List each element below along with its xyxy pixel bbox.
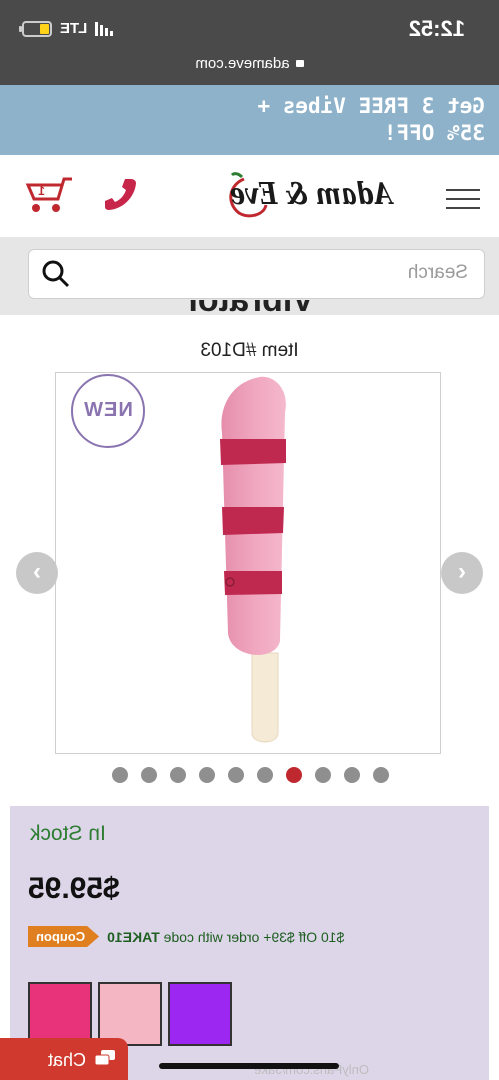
coupon-text: $10 Off $39+ order with code TAKE10 xyxy=(107,928,345,945)
promo-banner[interactable]: Get 3 FREE Vibes + 35% OFF! xyxy=(0,85,499,155)
color-swatches xyxy=(28,982,232,1046)
phone-icon[interactable] xyxy=(103,175,139,211)
promo-line-1: Get 3 FREE Vibes + xyxy=(257,94,485,118)
chat-button[interactable]: Chat xyxy=(0,1038,128,1080)
item-number: Item #D103 xyxy=(200,340,299,361)
chevron-left-icon: ‹ xyxy=(458,558,466,585)
coupon-code: TAKE10 xyxy=(107,928,160,945)
brand-logo[interactable]: Adam & Eve xyxy=(224,171,404,219)
carousel-next-button[interactable]: › xyxy=(16,552,58,594)
carousel-dot[interactable] xyxy=(199,767,215,783)
page-mirrored: 12:52 LTE adameve.com Get 3 FREE Vibes +… xyxy=(0,0,499,1080)
site-header: Adam & Eve 1 xyxy=(0,155,499,237)
signal-icon xyxy=(95,21,114,36)
search-icon[interactable] xyxy=(39,258,71,290)
carousel-dot[interactable] xyxy=(112,767,128,783)
lock-icon xyxy=(295,60,304,67)
product-image[interactable]: NEW xyxy=(55,372,441,754)
search-placeholder: Search xyxy=(407,262,468,283)
carousel-dot[interactable] xyxy=(286,767,302,783)
address-bar[interactable]: adameve.com xyxy=(0,55,499,72)
product-title: Vibrator xyxy=(184,300,315,319)
home-indicator[interactable] xyxy=(159,1063,339,1069)
coupon-badge: Coupon xyxy=(28,926,99,947)
logo-text: Adam & Eve xyxy=(229,177,392,212)
battery-icon xyxy=(22,20,52,37)
carousel-dots xyxy=(112,767,389,783)
color-swatch[interactable] xyxy=(168,982,232,1046)
carousel-dot[interactable] xyxy=(315,767,331,783)
carousel-dot[interactable] xyxy=(141,767,157,783)
carousel-dot[interactable] xyxy=(228,767,244,783)
carousel-prev-button[interactable]: ‹ xyxy=(441,552,483,594)
status-icons: LTE xyxy=(22,20,114,37)
promo-line-2: 35% OFF! xyxy=(383,121,485,145)
cart-icon[interactable]: 1 xyxy=(24,175,74,215)
status-bar: 12:52 LTE adameve.com xyxy=(0,0,499,85)
search-input[interactable]: Search xyxy=(28,249,485,299)
new-badge: NEW xyxy=(71,374,145,448)
chat-label: Chat xyxy=(47,1050,86,1070)
url-text: adameve.com xyxy=(195,55,290,72)
carousel-dot[interactable] xyxy=(170,767,186,783)
stock-status: In Stock xyxy=(30,822,106,845)
carousel-dot[interactable] xyxy=(257,767,273,783)
carousel-dot[interactable] xyxy=(373,767,389,783)
carousel-dot[interactable] xyxy=(344,767,360,783)
chevron-right-icon: › xyxy=(33,558,41,585)
promo-text: Get 3 FREE Vibes + 35% OFF! xyxy=(165,93,485,147)
color-swatch[interactable] xyxy=(98,982,162,1046)
coupon-line: Coupon $10 Off $39+ order with code TAKE… xyxy=(28,926,344,947)
color-swatch[interactable] xyxy=(28,982,92,1046)
menu-icon[interactable] xyxy=(446,189,480,216)
cart-count: 1 xyxy=(38,184,45,198)
clock: 12:52 xyxy=(408,16,465,41)
network-label: LTE xyxy=(60,20,88,37)
product-price: $59.95 xyxy=(28,872,120,905)
chat-bubble-icon xyxy=(94,1050,115,1066)
